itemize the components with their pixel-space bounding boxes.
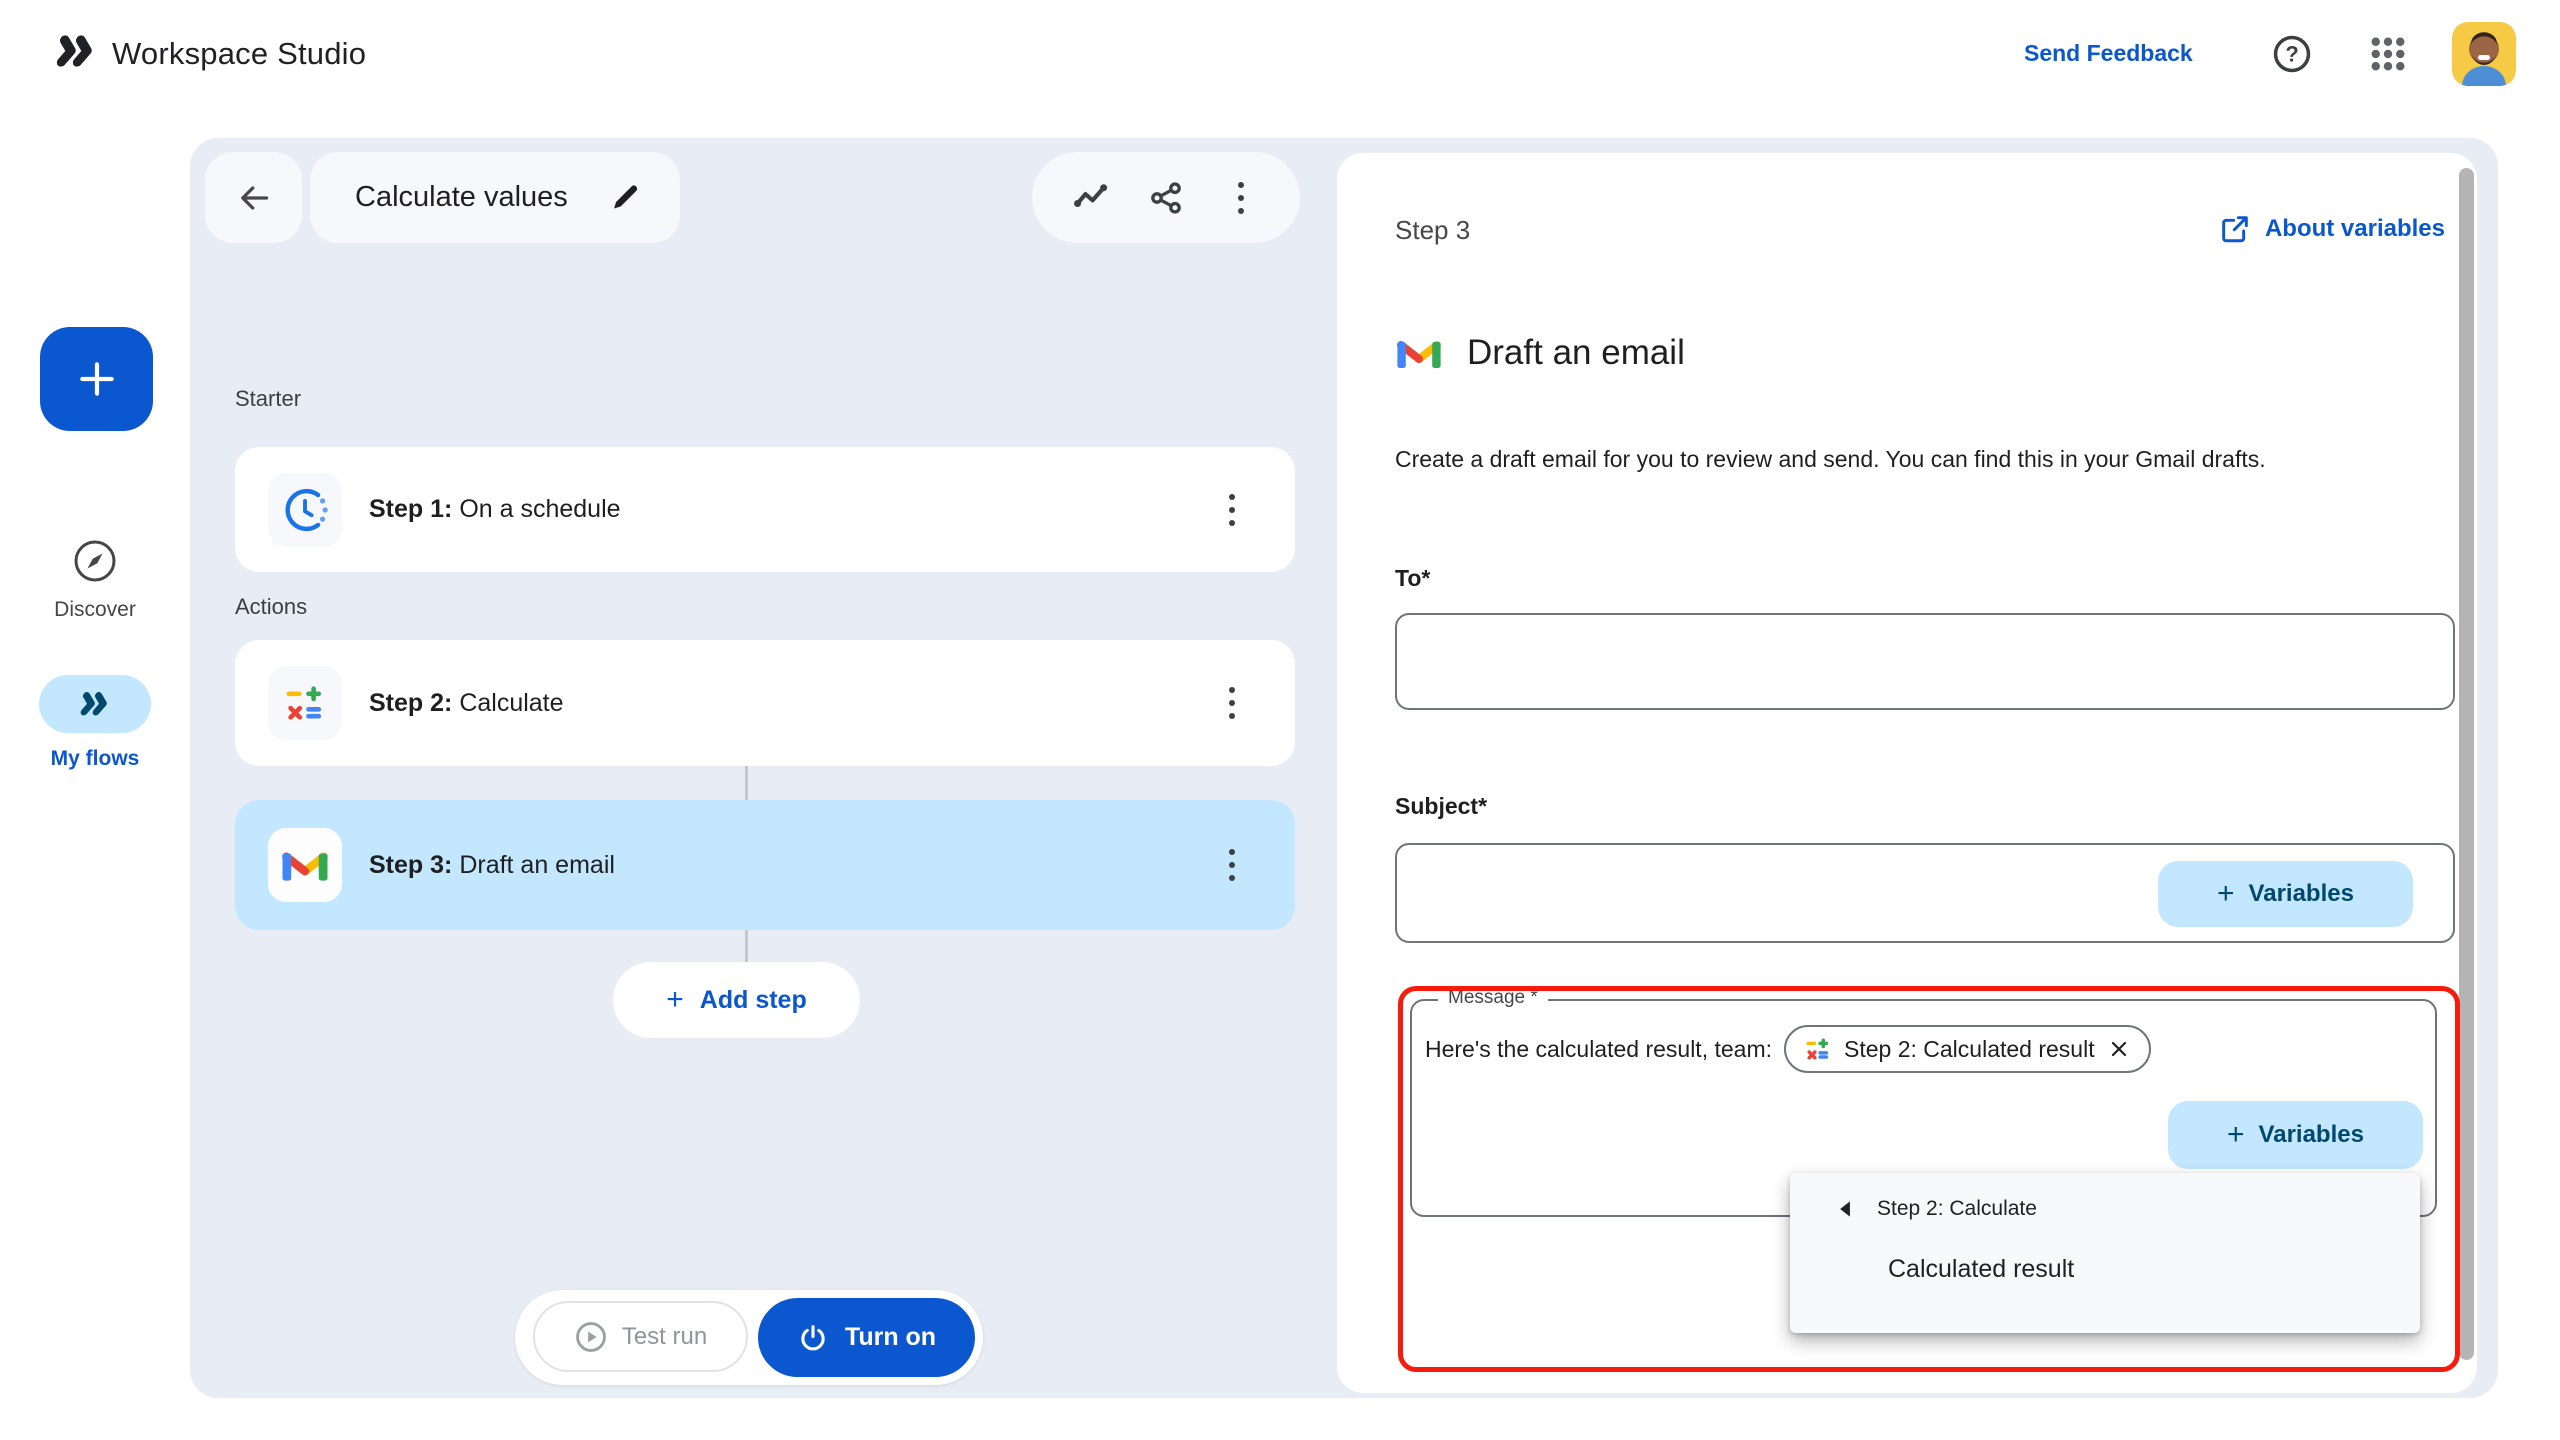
turn-on-label: Turn on — [845, 1323, 936, 1352]
activity-button[interactable] — [1069, 176, 1113, 220]
variables-dropdown: Step 2: Calculate Calculated result — [1790, 1173, 2420, 1333]
flow-title-pill: Calculate values — [310, 152, 680, 243]
share-icon — [1148, 180, 1184, 216]
apps-grid-button[interactable] — [2366, 32, 2410, 76]
calculate-icon — [1804, 1035, 1832, 1063]
canvas-menu-button[interactable] — [1219, 176, 1263, 220]
panel-step-label: Step 3 — [1395, 215, 1470, 246]
gmail-icon — [1395, 333, 1443, 373]
pencil-icon — [609, 181, 643, 215]
compass-icon — [0, 538, 190, 584]
about-variables-label: About variables — [2265, 215, 2445, 243]
back-button[interactable] — [205, 152, 302, 243]
add-step-label: Add step — [700, 986, 807, 1015]
step-menu-button[interactable] — [1219, 484, 1245, 536]
step-card-1[interactable]: Step 1: On a schedule — [235, 447, 1295, 572]
panel-scrollbar-thumb[interactable] — [2459, 168, 2474, 1360]
subject-variables-button[interactable]: + Variables — [2158, 861, 2413, 927]
remove-variable-button[interactable] — [2107, 1037, 2131, 1061]
apps-grid-icon — [2367, 33, 2409, 75]
app-title: Workspace Studio — [112, 36, 366, 72]
sidebar-item-label: Discover — [0, 598, 190, 622]
gmail-icon — [268, 828, 342, 902]
top-bar: Workspace Studio Send Feedback ? — [0, 0, 2560, 138]
message-text: Here's the calculated result, team: — [1425, 1036, 1772, 1063]
avatar[interactable] — [2452, 22, 2516, 86]
plus-icon: + — [666, 985, 684, 1015]
step-label: Step 3: Draft an email — [369, 851, 615, 880]
workspace-studio-logo-icon — [52, 30, 100, 74]
workspace-studio-app: Workspace Studio Send Feedback ? — [0, 0, 2560, 1440]
canvas-toolbar — [1032, 152, 1300, 243]
edit-title-button[interactable] — [606, 178, 646, 218]
subject-label: Subject* — [1395, 793, 1487, 820]
dropdown-group-step2[interactable]: Step 2: Calculate — [1838, 1197, 2037, 1221]
dropdown-group-label: Step 2: Calculate — [1877, 1197, 2037, 1221]
step-card-2[interactable]: Step 2: Calculate — [235, 640, 1295, 766]
flow-connector — [745, 766, 748, 800]
to-input[interactable] — [1395, 613, 2455, 710]
about-variables-link[interactable]: About variables — [2219, 213, 2445, 245]
to-label: To* — [1395, 565, 1430, 592]
flow-connector — [745, 930, 748, 962]
triangle-left-icon — [1838, 1200, 1851, 1218]
section-label-actions: Actions — [235, 594, 307, 620]
activity-icon — [1072, 179, 1110, 217]
send-feedback-link[interactable]: Send Feedback — [2024, 40, 2193, 67]
section-label-starter: Starter — [235, 386, 301, 412]
turn-on-button[interactable]: Turn on — [758, 1298, 975, 1377]
step-label: Step 2: Calculate — [369, 689, 564, 718]
play-circle-icon — [574, 1320, 608, 1354]
flows-glyph-icon — [77, 688, 113, 721]
plus-icon — [75, 357, 119, 401]
my-flows-active-pill — [39, 675, 151, 733]
variable-token-label: Step 2: Calculated result — [1844, 1036, 2095, 1063]
run-action-bar: Test run Turn on — [515, 1290, 983, 1385]
subject-input[interactable]: + Variables — [1395, 843, 2455, 943]
schedule-clock-icon — [268, 473, 342, 547]
step-card-3-selected[interactable]: Step 3: Draft an email — [235, 800, 1295, 930]
add-step-button[interactable]: + Add step — [613, 962, 860, 1038]
variables-label: Variables — [2249, 880, 2354, 908]
open-in-new-icon — [2219, 213, 2251, 245]
plus-icon: + — [2227, 1120, 2245, 1150]
create-flow-button[interactable] — [40, 327, 153, 431]
panel-title: Draft an email — [1467, 333, 1685, 373]
variable-token-chip[interactable]: Step 2: Calculated result — [1784, 1025, 2151, 1073]
help-icon: ? — [2271, 33, 2313, 75]
message-label: Message * — [1438, 987, 1548, 1009]
kebab-menu-icon — [1228, 172, 1254, 224]
step-menu-button[interactable] — [1219, 839, 1245, 891]
test-run-label: Test run — [622, 1323, 707, 1351]
step-label: Step 1: On a schedule — [369, 495, 621, 524]
flow-title: Calculate values — [355, 181, 606, 214]
step-menu-button[interactable] — [1219, 677, 1245, 729]
panel-description: Create a draft email for you to review a… — [1395, 441, 2435, 478]
sidebar-item-my-flows[interactable]: My flows — [0, 675, 190, 771]
svg-text:?: ? — [2285, 42, 2298, 67]
back-arrow-icon — [234, 178, 274, 218]
panel-app-row: Draft an email — [1395, 333, 1685, 373]
sidebar-item-discover[interactable]: Discover — [0, 538, 190, 622]
test-run-button[interactable]: Test run — [533, 1301, 748, 1372]
dropdown-option-calculated-result[interactable]: Calculated result — [1888, 1255, 2074, 1284]
plus-icon: + — [2217, 879, 2235, 909]
sidebar-item-label: My flows — [0, 747, 190, 771]
left-rail: Discover My flows — [0, 138, 190, 1440]
help-button[interactable]: ? — [2270, 32, 2314, 76]
share-button[interactable] — [1144, 176, 1188, 220]
message-variables-button[interactable]: + Variables — [2168, 1101, 2423, 1169]
message-content: Here's the calculated result, team: Step… — [1425, 1025, 2151, 1073]
variables-label: Variables — [2259, 1121, 2364, 1149]
calculate-icon — [268, 666, 342, 740]
power-icon — [797, 1322, 829, 1354]
